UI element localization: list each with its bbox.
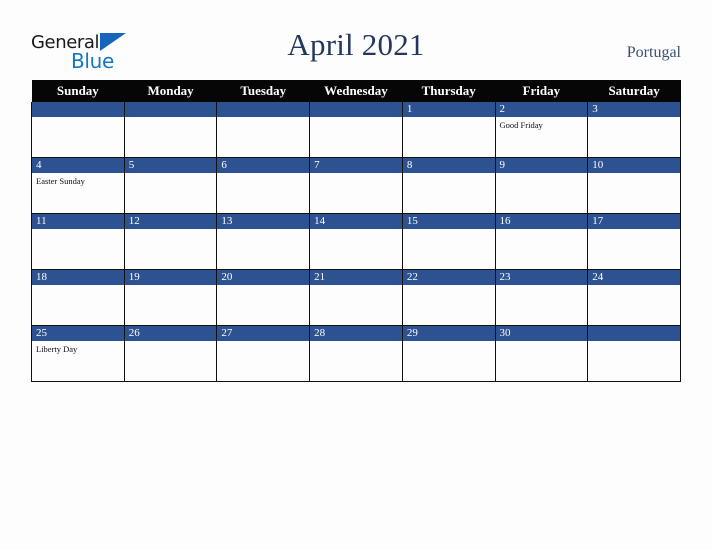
day-number	[588, 326, 680, 341]
day-number: 23	[495, 270, 588, 285]
day-number: 30	[495, 326, 588, 341]
weekday-header-tuesday: Tuesday	[216, 80, 310, 102]
general-blue-logo[interactable]: General Blue	[31, 31, 161, 75]
calendar-day-cell[interactable]: 17	[587, 213, 681, 270]
day-number: 29	[402, 326, 495, 341]
day-number: 16	[495, 214, 588, 229]
calendar-day-cell[interactable]: 26	[123, 325, 218, 382]
day-number: 3	[588, 102, 680, 117]
day-number: 2	[495, 102, 588, 117]
calendar-day-cell[interactable]: 11	[31, 213, 125, 270]
day-number: 11	[32, 214, 124, 229]
calendar-day-cell[interactable]: 20	[216, 269, 311, 326]
day-number: 24	[588, 270, 680, 285]
day-number: 22	[402, 270, 495, 285]
day-number: 18	[32, 270, 124, 285]
calendar-day-cell[interactable]: 19	[123, 269, 218, 326]
calendar-day-cell[interactable]: 14	[309, 213, 403, 270]
day-number	[217, 102, 310, 117]
day-number: 7	[310, 158, 402, 173]
calendar-day-cell[interactable]: 28	[309, 325, 403, 382]
holiday-label: Good Friday	[499, 120, 543, 130]
day-number: 8	[402, 158, 495, 173]
calendar-day-cell[interactable]: 25 Liberty Day	[31, 325, 125, 382]
calendar-week-row: 1 2 Good Friday 3	[31, 102, 681, 158]
calendar-day-cell[interactable]: 30	[494, 325, 589, 382]
calendar-day-cell[interactable]: 18	[31, 269, 125, 326]
day-number: 13	[217, 214, 310, 229]
calendar-day-cell[interactable]: 6	[216, 157, 311, 214]
calendar-day-cell[interactable]: 7	[309, 157, 403, 214]
calendar-day-cell[interactable]: 5	[123, 157, 218, 214]
page-header: General Blue April 2021 Portugal	[0, 0, 712, 78]
weekday-header-wednesday: Wednesday	[309, 80, 403, 102]
calendar-week-row: 11 12 13 14 15 16 17	[31, 213, 681, 270]
calendar-day-cell[interactable]: 2 Good Friday	[494, 102, 589, 158]
day-number: 4	[32, 158, 124, 173]
calendar-day-cell[interactable]: 12	[123, 213, 218, 270]
weekday-header-friday: Friday	[495, 80, 588, 102]
weekday-header-saturday: Saturday	[587, 80, 681, 102]
calendar-day-cell[interactable]: 3	[587, 102, 681, 158]
calendar-day-cell[interactable]: 4 Easter Sunday	[31, 157, 125, 214]
day-number: 6	[217, 158, 310, 173]
day-number: 27	[217, 326, 310, 341]
calendar-day-cell[interactable]: 13	[216, 213, 311, 270]
day-number: 1	[402, 102, 495, 117]
day-number: 25	[32, 326, 124, 341]
calendar-day-cell[interactable]: 29	[401, 325, 496, 382]
calendar-day-cell[interactable]	[587, 325, 681, 382]
day-number: 12	[124, 214, 217, 229]
holiday-label: Easter Sunday	[36, 176, 85, 186]
calendar-day-cell[interactable]	[216, 102, 311, 158]
day-number: 26	[124, 326, 217, 341]
day-number: 20	[217, 270, 310, 285]
calendar-page: General Blue April 2021 Portugal Sunday …	[0, 0, 712, 550]
calendar-day-cell[interactable]: 27	[216, 325, 311, 382]
calendar-week-row: 4 Easter Sunday 5 6 7 8 9 10	[31, 157, 681, 214]
calendar-week-row: 18 19 20 21 22 23 24	[31, 269, 681, 326]
calendar-day-cell[interactable]	[31, 102, 125, 158]
calendar-day-cell[interactable]: 15	[401, 213, 496, 270]
day-number: 17	[588, 214, 680, 229]
day-number: 9	[495, 158, 588, 173]
day-number: 14	[310, 214, 402, 229]
calendar-day-cell[interactable]: 21	[309, 269, 403, 326]
calendar-day-cell[interactable]	[123, 102, 218, 158]
calendar-grid: Sunday Monday Tuesday Wednesday Thursday…	[31, 80, 681, 382]
page-title: April 2021	[287, 27, 425, 62]
calendar-day-cell[interactable]: 24	[587, 269, 681, 326]
day-number: 21	[310, 270, 402, 285]
calendar-header-row: Sunday Monday Tuesday Wednesday Thursday…	[31, 80, 681, 102]
day-number: 19	[124, 270, 217, 285]
logo-text-blue: Blue	[71, 49, 115, 73]
day-number	[310, 102, 402, 117]
calendar-day-cell[interactable]: 10	[587, 157, 681, 214]
weekday-header-thursday: Thursday	[402, 80, 496, 102]
country-label: Portugal	[626, 44, 681, 61]
day-number	[124, 102, 217, 117]
weekday-header-monday: Monday	[124, 80, 217, 102]
day-number: 10	[588, 158, 680, 173]
calendar-day-cell[interactable]: 16	[494, 213, 589, 270]
calendar-day-cell[interactable]: 22	[401, 269, 496, 326]
calendar-body: 1 2 Good Friday 3 4 Easter Sunday 5 6 7 8 9 10 11 12 1…	[31, 102, 681, 382]
calendar-day-cell[interactable]: 9	[494, 157, 589, 214]
day-number	[32, 102, 124, 117]
holiday-label: Liberty Day	[36, 344, 78, 354]
calendar-day-cell[interactable]: 1	[401, 102, 496, 158]
day-number: 28	[310, 326, 402, 341]
calendar-day-cell[interactable]: 23	[494, 269, 589, 326]
day-number: 15	[402, 214, 495, 229]
day-number: 5	[124, 158, 217, 173]
calendar-day-cell[interactable]	[309, 102, 403, 158]
weekday-header-sunday: Sunday	[31, 80, 125, 102]
calendar-day-cell[interactable]: 8	[401, 157, 496, 214]
calendar-week-row: 25 Liberty Day 26 27 28 29 30	[31, 325, 681, 382]
